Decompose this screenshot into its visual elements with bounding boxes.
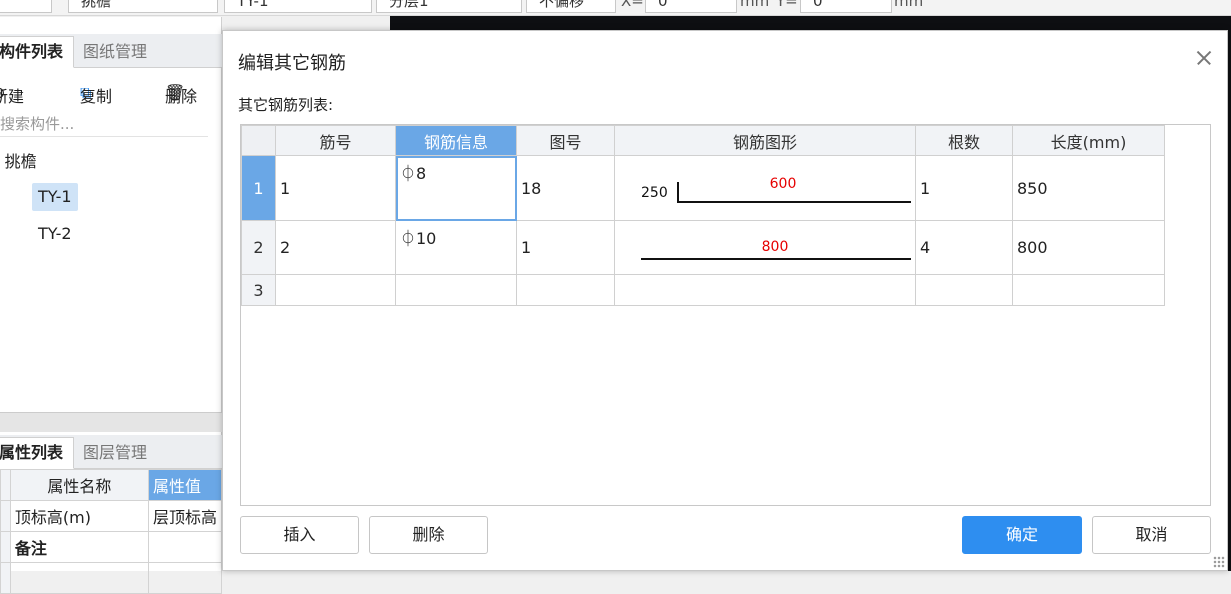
prop-row-marker <box>1 563 11 594</box>
cell-length[interactable]: 850 <box>1013 156 1165 221</box>
y-offset-input[interactable]: 0 <box>800 0 892 13</box>
prop-value[interactable]: 层顶标高 <box>148 501 221 532</box>
rebar-list-label: 其它钢筋列表: <box>238 94 333 115</box>
app-toolbar: 挑檐 TY-1 分层1 不偏移 X= 0 mm Y= 0 mm <box>0 0 1231 16</box>
shape-dim-left: 250 <box>641 185 668 201</box>
tab-layer-management[interactable]: 图层管理 <box>72 437 158 469</box>
component-search-input[interactable]: 搜索构件... <box>0 113 208 137</box>
cell-count[interactable]: 4 <box>916 221 1013 275</box>
cell-bar-info[interactable] <box>396 275 517 306</box>
row-number[interactable]: 2 <box>242 221 276 275</box>
component-actions: ⊕ 新建 ▾ ⧉ 复制 🗑 删除 <box>0 79 222 105</box>
cell-count[interactable]: 1 <box>916 156 1013 221</box>
component-panel-tabs: 构件列表 图纸管理 <box>0 34 222 68</box>
y-label: Y= <box>776 0 798 10</box>
dialog-title: 编辑其它钢筋 <box>238 49 346 75</box>
table-row: 顶标高(m) 层顶标高 <box>1 501 222 532</box>
tree-root[interactable]: ▾ 挑檐 <box>0 148 37 172</box>
insert-button[interactable]: 插入 <box>240 516 359 554</box>
col-header-length[interactable]: 长度(mm) <box>1013 126 1165 156</box>
toolbar-empty-field[interactable] <box>0 0 52 13</box>
rebar-table: 筋号 钢筋信息 图号 钢筋图形 根数 长度(mm) 1 1 ⏀8 18 250 <box>241 125 1165 306</box>
y-unit: mm <box>894 0 923 10</box>
prop-name <box>10 563 148 594</box>
offset-select[interactable]: 不偏移 <box>526 0 616 13</box>
prop-header-name: 属性名称 <box>10 470 148 501</box>
table-row[interactable]: 2 2 ⏀10 1 800 4 800 <box>242 221 1165 275</box>
prop-value[interactable] <box>148 532 221 563</box>
col-header-figure-no[interactable]: 图号 <box>517 126 615 156</box>
bar-shape-straight: 800 <box>615 221 916 275</box>
panel-splitter[interactable] <box>0 412 222 432</box>
rebar-grid: 筋号 钢筋信息 图号 钢筋图形 根数 长度(mm) 1 1 ⏀8 18 250 <box>240 124 1211 506</box>
delete-button[interactable]: 删除 <box>369 516 488 554</box>
property-panel-tabs: 属性列表 图层管理 <box>0 435 222 469</box>
tab-drawing-management[interactable]: 图纸管理 <box>72 36 158 68</box>
table-row <box>1 563 222 594</box>
shape-dim-main: 600 <box>770 176 797 192</box>
cancel-button[interactable]: 取消 <box>1092 516 1211 554</box>
col-header-bar-info[interactable]: 钢筋信息 <box>396 126 517 156</box>
property-panel: 属性列表 图层管理 属性名称 属性值 顶标高(m) 层顶标高 备注 <box>0 432 222 571</box>
prop-name: 备注 <box>10 532 148 563</box>
prop-row-marker <box>1 532 11 563</box>
cell-bar-info[interactable]: ⏀8 <box>396 156 517 221</box>
x-offset-input[interactable]: 0 <box>645 0 737 13</box>
cell-bar-shape[interactable]: 800 <box>615 221 916 275</box>
table-row[interactable]: 3 <box>242 275 1165 306</box>
property-grid: 属性名称 属性值 顶标高(m) 层顶标高 备注 <box>0 469 222 594</box>
resize-grip-icon[interactable] <box>1213 556 1225 568</box>
bar-shape-hook: 250 600 <box>615 156 916 221</box>
cell-figure-no[interactable]: 18 <box>517 156 615 221</box>
cell-figure-no[interactable]: 1 <box>517 221 615 275</box>
prop-value[interactable] <box>148 563 221 594</box>
col-header-count[interactable]: 根数 <box>916 126 1013 156</box>
prop-name: 顶标高(m) <box>10 501 148 532</box>
component-name-select[interactable]: TY-1 <box>224 0 372 13</box>
component-type-select[interactable]: 挑檐 <box>68 0 218 13</box>
grid-corner <box>242 126 276 156</box>
cell-figure-no[interactable] <box>517 275 615 306</box>
col-header-bar-no[interactable]: 筋号 <box>276 126 396 156</box>
cell-bar-info[interactable]: ⏀10 <box>396 221 517 275</box>
cell-count[interactable] <box>916 275 1013 306</box>
table-row: 备注 <box>1 532 222 563</box>
tab-property-list[interactable]: 属性列表 <box>0 437 74 469</box>
component-panel: 构件列表 图纸管理 ⊕ 新建 ▾ ⧉ 复制 🗑 删除 搜索构件... ▾ 挑檐 … <box>0 17 222 412</box>
x-label: X= <box>621 0 644 10</box>
cell-bar-shape[interactable]: 250 600 <box>615 156 916 221</box>
tree-item-ty-1[interactable]: TY-1 <box>32 183 78 211</box>
tree-root-label: 挑檐 <box>5 152 37 171</box>
prop-row-marker <box>1 501 11 532</box>
cell-bar-no[interactable]: 1 <box>276 156 396 221</box>
cell-length[interactable] <box>1013 275 1165 306</box>
table-row[interactable]: 1 1 ⏀8 18 250 600 1 850 <box>242 156 1165 221</box>
shape-dim-main: 800 <box>762 239 789 255</box>
close-icon[interactable] <box>1191 45 1217 71</box>
prop-header-value: 属性值 <box>148 470 221 501</box>
cell-bar-no[interactable] <box>276 275 396 306</box>
x-unit: mm <box>740 0 769 10</box>
edit-other-rebar-dialog: 编辑其它钢筋 其它钢筋列表: 筋号 钢筋信息 图号 钢筋图形 根数 长度(mm) <box>222 30 1228 571</box>
ok-button[interactable]: 确定 <box>962 516 1082 554</box>
layer-select[interactable]: 分层1 <box>376 0 522 13</box>
col-header-bar-shape[interactable]: 钢筋图形 <box>615 126 916 156</box>
row-number[interactable]: 1 <box>242 156 276 221</box>
row-number[interactable]: 3 <box>242 275 276 306</box>
tab-component-list[interactable]: 构件列表 <box>0 36 74 68</box>
tree-item-ty-2[interactable]: TY-2 <box>32 220 78 248</box>
prop-corner <box>1 470 11 501</box>
cell-bar-no[interactable]: 2 <box>276 221 396 275</box>
cell-length[interactable]: 800 <box>1013 221 1165 275</box>
cell-bar-shape[interactable] <box>615 275 916 306</box>
